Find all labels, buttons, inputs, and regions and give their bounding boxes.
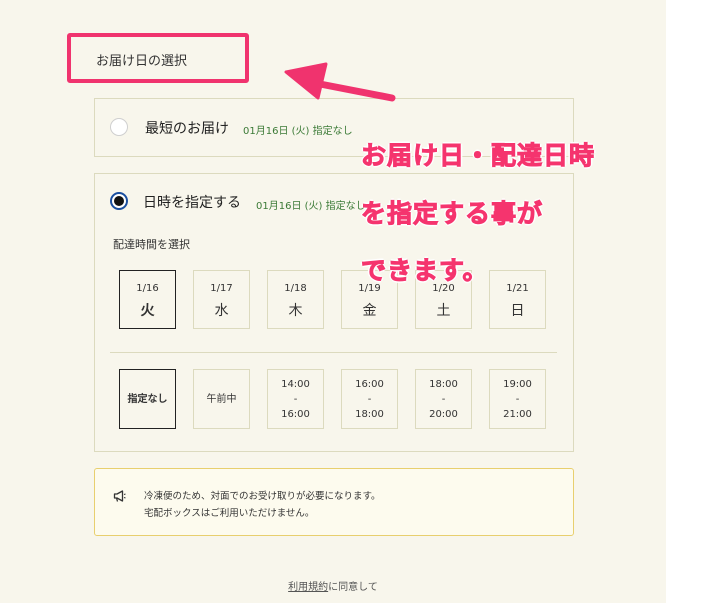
time-slot-tile[interactable]: 18:00 - 20:00 bbox=[415, 369, 472, 429]
time-slot-line2: - bbox=[293, 393, 298, 405]
date-tile-date: 1/17 bbox=[210, 283, 233, 294]
time-slot-line2: - bbox=[441, 393, 446, 405]
terms-agreement: 利用規約に同意して bbox=[0, 578, 666, 593]
time-slot-line3: 16:00 bbox=[281, 408, 310, 420]
date-tile-weekday: 日 bbox=[510, 303, 525, 319]
time-slot-tile[interactable]: 午前中 bbox=[193, 369, 250, 429]
time-slot-line2: - bbox=[367, 393, 372, 405]
annotation-text-line2: を指定する事が bbox=[360, 199, 544, 229]
date-tile-weekday: 金 bbox=[362, 303, 377, 319]
time-slot-line3: 20:00 bbox=[429, 408, 458, 420]
option-earliest-date: 01月16日 (火) 指定なし bbox=[243, 126, 353, 137]
time-select-label: 配達時間を選択 bbox=[113, 238, 190, 251]
notice-box: 冷凍便のため、対面でのお受け取りが必要になります。 宅配ボックスはご利用いただけ… bbox=[94, 468, 574, 536]
time-slot-line1: 16:00 bbox=[355, 378, 384, 390]
divider bbox=[110, 352, 557, 353]
time-slot-line2: - bbox=[515, 393, 520, 405]
option-specify-date: 01月16日 (火) 指定なし bbox=[256, 201, 366, 212]
time-slot-line1: 18:00 bbox=[429, 378, 458, 390]
annotation-arrow-icon bbox=[284, 62, 396, 102]
date-tile[interactable]: 1/16 火 bbox=[119, 270, 176, 329]
time-slot-line3: 21:00 bbox=[503, 408, 532, 420]
date-tile[interactable]: 1/21 日 bbox=[489, 270, 546, 329]
time-slot-line1: 指定なし bbox=[127, 393, 168, 405]
annotation-text-line3: できます。 bbox=[361, 256, 489, 286]
date-tile[interactable]: 1/18 木 bbox=[267, 270, 324, 329]
notice-line1: 冷凍便のため、対面でのお受け取りが必要になります。 bbox=[144, 491, 381, 502]
date-tile-date: 1/18 bbox=[284, 283, 307, 294]
time-slot-line1: 19:00 bbox=[503, 378, 532, 390]
option-earliest-label: 最短のお届け bbox=[145, 121, 229, 137]
option-specify-label: 日時を指定する bbox=[143, 195, 241, 211]
date-tile-weekday: 土 bbox=[436, 303, 451, 319]
time-slot-tile[interactable]: 16:00 - 18:00 bbox=[341, 369, 398, 429]
terms-text: に同意して bbox=[328, 582, 378, 593]
notice-line2: 宅配ボックスはご利用いただけません。 bbox=[144, 508, 315, 519]
date-tile-weekday: 火 bbox=[140, 303, 155, 319]
time-slot-tile[interactable]: 19:00 - 21:00 bbox=[489, 369, 546, 429]
time-slot-line1: 午前中 bbox=[206, 393, 237, 405]
date-tile-date: 1/21 bbox=[506, 283, 529, 294]
option-specify-radio[interactable] bbox=[110, 192, 128, 210]
option-earliest-radio[interactable] bbox=[110, 118, 128, 136]
time-slot-line3: 18:00 bbox=[355, 408, 384, 420]
date-tile[interactable]: 1/17 水 bbox=[193, 270, 250, 329]
annotation-text-line1: お届け日・配達日時 bbox=[360, 141, 596, 171]
date-tile-weekday: 木 bbox=[288, 303, 303, 319]
notice-text: 冷凍便のため、対面でのお受け取りが必要になります。 宅配ボックスはご利用いただけ… bbox=[144, 488, 381, 522]
time-slot-tile[interactable]: 14:00 - 16:00 bbox=[267, 369, 324, 429]
time-slot-line1: 14:00 bbox=[281, 378, 310, 390]
annotation-highlight-box bbox=[67, 33, 249, 83]
megaphone-icon bbox=[113, 490, 126, 502]
date-tile-weekday: 水 bbox=[214, 303, 229, 319]
terms-link[interactable]: 利用規約 bbox=[288, 582, 328, 593]
date-tile-date: 1/16 bbox=[136, 283, 159, 294]
time-slot-tile[interactable]: 指定なし bbox=[119, 369, 176, 429]
